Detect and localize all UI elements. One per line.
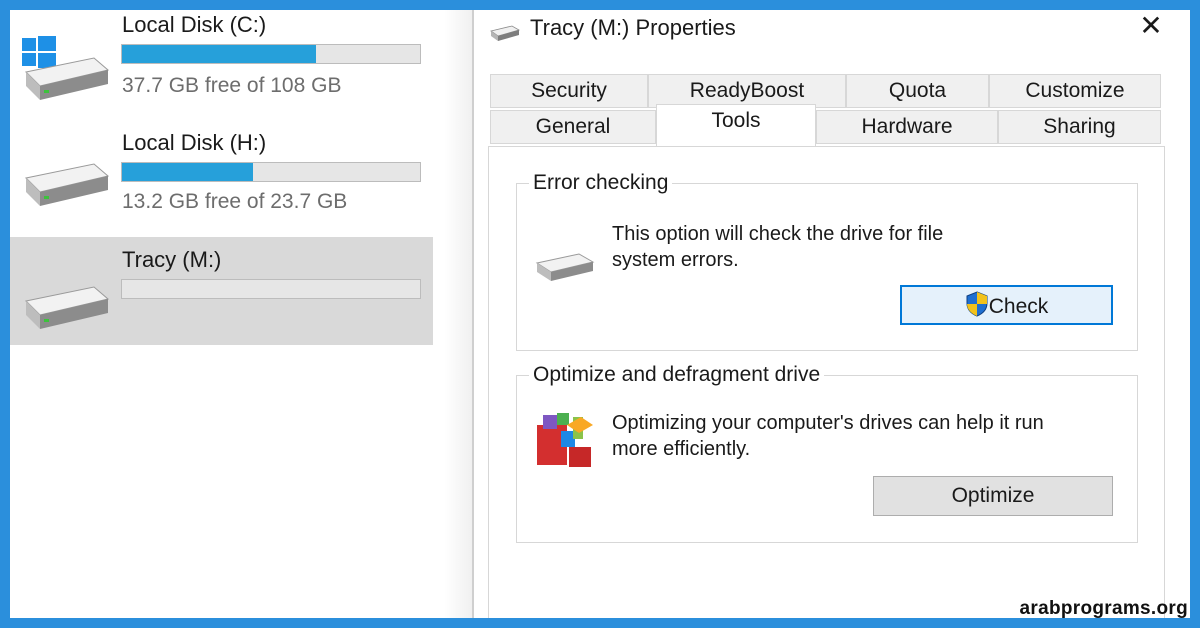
tab-tools[interactable]: Tools — [656, 104, 816, 146]
drive-usage-bar — [121, 162, 421, 182]
optimize-description: Optimizing your computer's drives can he… — [612, 412, 1044, 460]
frame-right — [1190, 0, 1200, 628]
drive-free-space: 37.7 GB free of 108 GB — [122, 74, 342, 97]
drive-name: Tracy (M:) — [122, 247, 222, 272]
tab-general[interactable]: General — [490, 110, 656, 144]
tab-quota[interactable]: Quota — [846, 74, 989, 108]
tools-tab-panel: Error checking This option will check th… — [488, 146, 1165, 618]
drive-item-h[interactable]: Local Disk (H:) 13.2 GB free of 23.7 GB — [10, 118, 433, 226]
dialog-title: Tracy (M:) Properties — [530, 15, 736, 40]
drive-item-m[interactable]: Tracy (M:) — [10, 237, 433, 345]
properties-dialog: Tracy (M:) Properties ✕ Security ReadyBo… — [472, 10, 1190, 618]
tab-hardware[interactable]: Hardware — [816, 110, 998, 144]
drive-usage-fill — [122, 45, 316, 63]
frame-left — [0, 0, 10, 628]
tab-readyboost[interactable]: ReadyBoost — [648, 74, 846, 108]
hard-drive-icon — [535, 253, 595, 281]
tab-security[interactable]: Security — [490, 74, 648, 108]
close-button[interactable]: ✕ — [1138, 12, 1164, 40]
check-button[interactable]: Check — [900, 285, 1113, 325]
error-checking-description: This option will check the drive for fil… — [612, 223, 944, 271]
uac-shield-icon — [966, 291, 988, 317]
hard-drive-icon — [24, 163, 110, 206]
drive-free-space: 13.2 GB free of 23.7 GB — [122, 190, 348, 213]
hard-drive-icon — [24, 286, 110, 329]
drive-name: Local Disk (C:) — [122, 12, 267, 37]
error-checking-label: Error checking — [529, 171, 673, 195]
close-icon: ✕ — [1139, 10, 1163, 41]
tab-customize[interactable]: Customize — [989, 74, 1161, 108]
dialog-shadow — [444, 10, 472, 618]
check-button-label: Check — [988, 295, 1049, 318]
tab-sharing[interactable]: Sharing — [998, 110, 1161, 144]
windows-drive-icon — [22, 36, 110, 100]
optimize-button[interactable]: Optimize — [873, 476, 1113, 516]
drive-name: Local Disk (H:) — [122, 130, 267, 155]
watermark: arabprograms.org — [1019, 598, 1188, 619]
hard-drive-icon — [490, 25, 520, 41]
drive-usage-bar — [121, 44, 421, 64]
defragment-icon — [537, 413, 593, 467]
drive-usage-fill — [122, 163, 254, 181]
drive-usage-bar — [121, 279, 421, 299]
optimize-label: Optimize and defragment drive — [529, 363, 825, 387]
drive-item-c[interactable]: Local Disk (C:) 37.7 GB free of 108 GB — [10, 0, 433, 108]
